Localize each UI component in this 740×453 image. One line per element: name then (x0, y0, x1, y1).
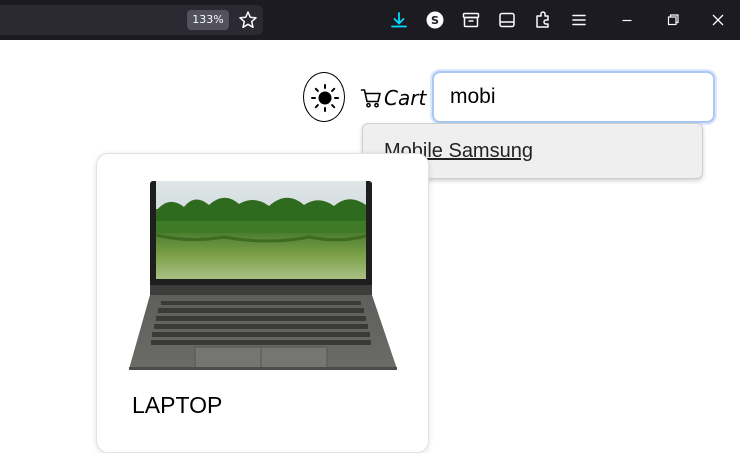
cart-label: Cart (384, 86, 427, 110)
sun-icon (311, 84, 339, 112)
sidebar-icon[interactable] (497, 10, 517, 30)
menu-icon[interactable] (569, 10, 589, 30)
laptop-image (129, 181, 399, 375)
minimize-icon[interactable] (617, 10, 637, 30)
restore-icon[interactable] (663, 10, 683, 30)
container-icon[interactable] (461, 10, 481, 30)
search-input[interactable] (432, 71, 715, 123)
product-card[interactable]: LAPTOP (96, 153, 429, 453)
bookmark-star-icon[interactable] (238, 10, 258, 30)
theme-toggle-button[interactable] (303, 72, 345, 122)
close-icon[interactable] (708, 10, 728, 30)
download-icon[interactable] (389, 10, 409, 30)
zoom-level-badge[interactable]: 133% (187, 10, 229, 30)
svg-text:S: S (431, 14, 439, 27)
cart-icon (360, 89, 381, 108)
cart-link[interactable]: Cart (360, 84, 426, 112)
extension-s-icon[interactable]: S (425, 10, 445, 30)
product-title: LAPTOP (132, 392, 223, 418)
browser-toolbar: 133% S (0, 0, 740, 40)
extensions-icon[interactable] (533, 10, 553, 30)
